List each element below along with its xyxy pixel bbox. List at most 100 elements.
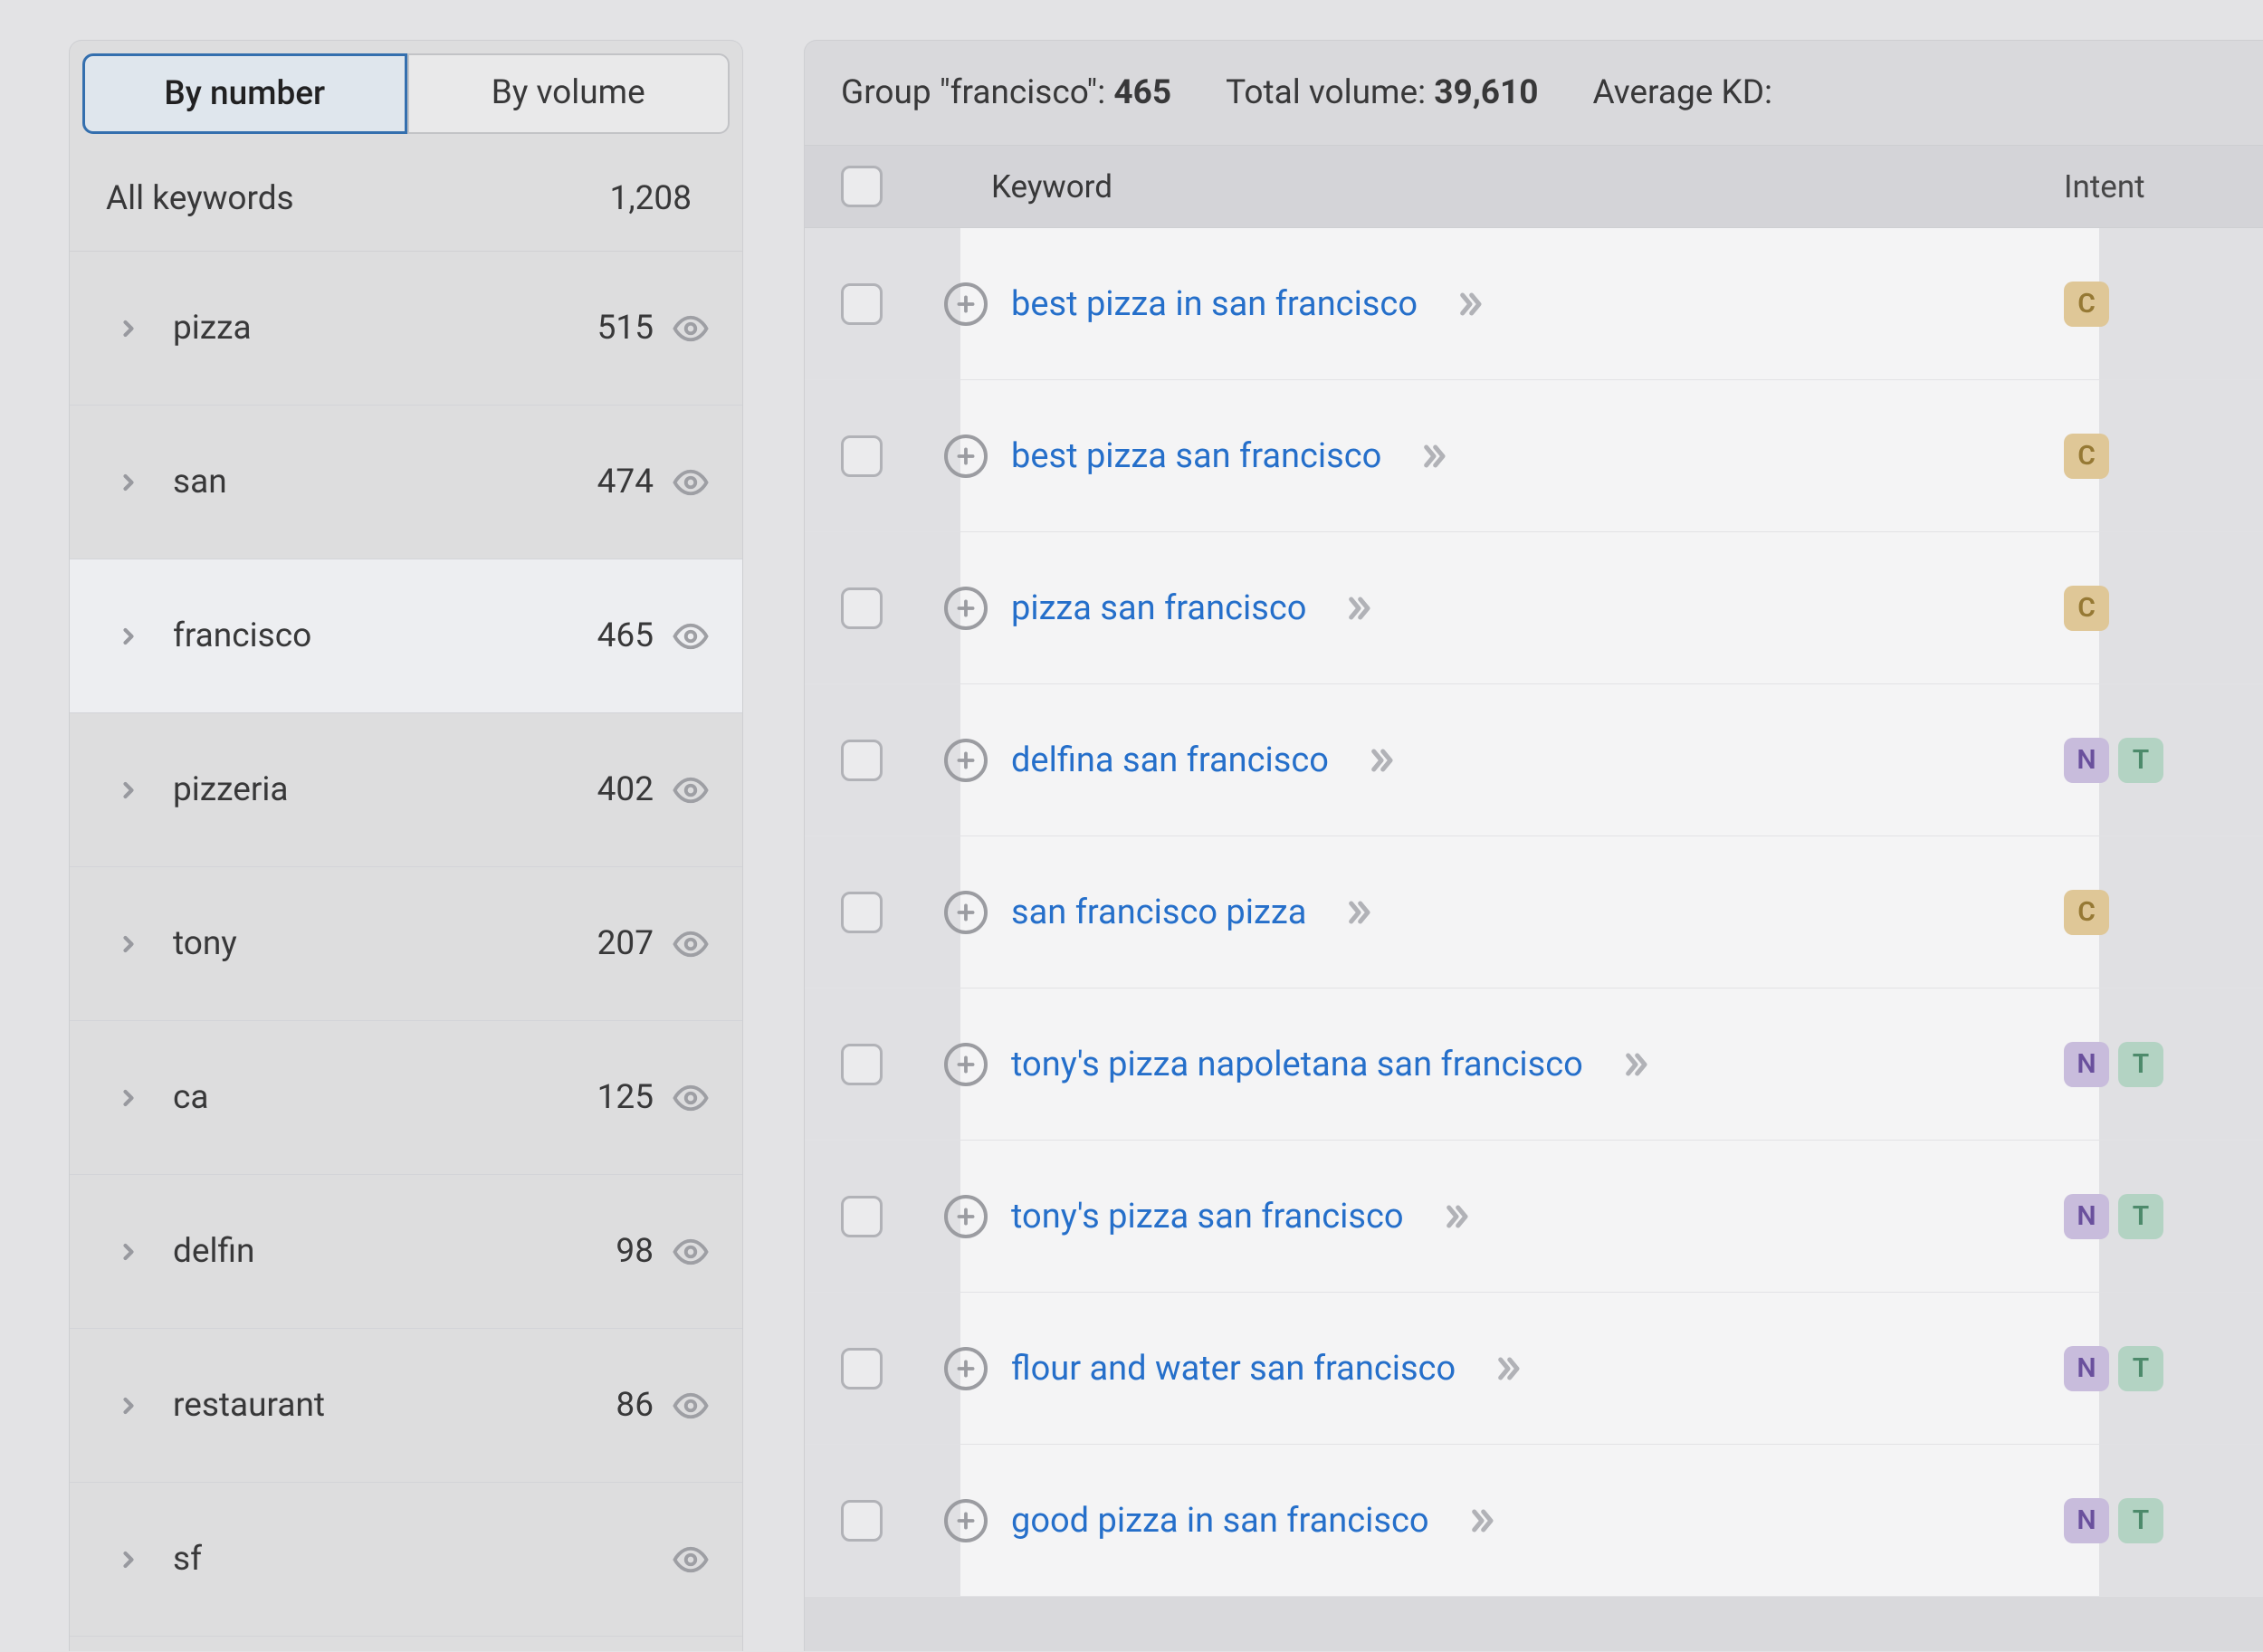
column-header-intent[interactable]: Intent bbox=[2064, 168, 2227, 205]
expand-icon[interactable] bbox=[1464, 1503, 1500, 1539]
sidebar-group-ca[interactable]: ca125 bbox=[70, 1021, 742, 1175]
keyword-link[interactable]: tony's pizza napoletana san francisco bbox=[1011, 1045, 1583, 1084]
table-row: tony's pizza san franciscoNT bbox=[805, 1141, 2263, 1293]
intent-badge-N: N bbox=[2064, 1346, 2109, 1391]
expand-icon[interactable] bbox=[1341, 894, 1377, 931]
keyword-link[interactable]: best pizza san francisco bbox=[1011, 436, 1381, 476]
row-checkbox[interactable] bbox=[841, 1500, 883, 1542]
table-header: Keyword Intent bbox=[805, 145, 2263, 228]
row-checkbox[interactable] bbox=[841, 587, 883, 629]
toggle-by-volume[interactable]: By volume bbox=[407, 53, 730, 134]
volume-value: 39,610 bbox=[1434, 73, 1538, 112]
keyword-link[interactable]: tony's pizza san francisco bbox=[1011, 1197, 1404, 1237]
eye-icon[interactable] bbox=[672, 617, 710, 655]
sidebar-group-francisco[interactable]: francisco465 bbox=[70, 559, 742, 713]
add-icon[interactable] bbox=[944, 587, 988, 630]
eye-icon[interactable] bbox=[672, 771, 710, 809]
group-label: restaurant bbox=[151, 1386, 616, 1425]
group-label: sf bbox=[151, 1540, 654, 1579]
sidebar-group-delfin[interactable]: delfin98 bbox=[70, 1175, 742, 1329]
chevron-right-icon bbox=[106, 931, 151, 957]
row-checkbox[interactable] bbox=[841, 435, 883, 477]
group-count-value: 465 bbox=[1113, 73, 1171, 112]
intent-cell: NT bbox=[2064, 1346, 2227, 1391]
eye-icon[interactable] bbox=[672, 1233, 710, 1271]
eye-icon[interactable] bbox=[672, 1541, 710, 1579]
add-icon[interactable] bbox=[944, 891, 988, 934]
expand-icon[interactable] bbox=[1452, 286, 1488, 322]
eye-icon[interactable] bbox=[672, 925, 710, 963]
intent-badge-T: T bbox=[2118, 1346, 2163, 1391]
column-header-keyword[interactable]: Keyword bbox=[883, 168, 2064, 205]
sidebar-group-tony[interactable]: tony207 bbox=[70, 867, 742, 1021]
add-icon[interactable] bbox=[944, 1499, 988, 1542]
sidebar-group-restaurant[interactable]: restaurant86 bbox=[70, 1329, 742, 1483]
add-icon[interactable] bbox=[944, 1195, 988, 1238]
add-icon[interactable] bbox=[944, 434, 988, 478]
expand-icon[interactable] bbox=[1341, 590, 1377, 626]
all-keywords-row[interactable]: All keywords 1,208 bbox=[70, 147, 742, 252]
group-label: delfin bbox=[151, 1232, 616, 1271]
group-count: 515 bbox=[597, 309, 672, 348]
keyword-link[interactable]: san francisco pizza bbox=[1011, 893, 1306, 932]
row-checkbox[interactable] bbox=[841, 1196, 883, 1237]
intent-cell: C bbox=[2064, 434, 2227, 479]
sidebar-group-pizza[interactable]: pizza515 bbox=[70, 252, 742, 406]
table-row: delfina san francisco NT bbox=[805, 684, 2263, 836]
keyword-link[interactable]: pizza san francisco bbox=[1011, 588, 1306, 628]
intent-cell: NT bbox=[2064, 738, 2227, 783]
group-count-stat: Group "francisco": 465 bbox=[841, 73, 1171, 112]
add-icon[interactable] bbox=[944, 739, 988, 782]
intent-badge-C: C bbox=[2064, 434, 2109, 479]
table-row: best pizza san francisco C bbox=[805, 380, 2263, 532]
row-checkbox[interactable] bbox=[841, 1044, 883, 1085]
sidebar-group-pizzeria[interactable]: pizzeria402 bbox=[70, 713, 742, 867]
keyword-cell: good pizza in san francisco bbox=[883, 1499, 2064, 1542]
expand-icon[interactable] bbox=[1416, 438, 1452, 474]
expand-icon[interactable] bbox=[1438, 1198, 1475, 1235]
row-checkbox[interactable] bbox=[841, 892, 883, 933]
group-label: pizzeria bbox=[151, 770, 597, 809]
eye-icon[interactable] bbox=[672, 1079, 710, 1117]
select-all-checkbox[interactable] bbox=[841, 166, 883, 207]
table-row: flour and water san francisco NT bbox=[805, 1293, 2263, 1445]
keyword-link[interactable]: flour and water san francisco bbox=[1011, 1349, 1456, 1389]
table-row: best pizza in san francisco C bbox=[805, 228, 2263, 380]
group-count: 402 bbox=[597, 770, 672, 809]
intent-badge-T: T bbox=[2118, 1498, 2163, 1543]
main-panel: Group "francisco": 465 Total volume: 39,… bbox=[804, 40, 2263, 1651]
sidebar-group-san[interactable]: san474 bbox=[70, 406, 742, 559]
keyword-link[interactable]: best pizza in san francisco bbox=[1011, 284, 1418, 324]
row-checkbox[interactable] bbox=[841, 740, 883, 781]
eye-icon[interactable] bbox=[672, 1387, 710, 1425]
keyword-link[interactable]: delfina san francisco bbox=[1011, 740, 1329, 780]
table-row: san francisco pizza C bbox=[805, 836, 2263, 988]
add-icon[interactable] bbox=[944, 1043, 988, 1086]
expand-icon[interactable] bbox=[1363, 742, 1399, 778]
expand-icon[interactable] bbox=[1618, 1046, 1654, 1083]
intent-cell: C bbox=[2064, 890, 2227, 935]
group-label: pizza bbox=[151, 309, 597, 348]
group-count: 125 bbox=[597, 1078, 672, 1117]
intent-badge-T: T bbox=[2118, 1042, 2163, 1087]
intent-cell: C bbox=[2064, 586, 2227, 631]
intent-cell: C bbox=[2064, 282, 2227, 327]
sort-toggle: By number By volume bbox=[70, 41, 742, 147]
sidebar-group-sf[interactable]: sf bbox=[70, 1483, 742, 1637]
add-icon[interactable] bbox=[944, 1347, 988, 1390]
chevron-right-icon bbox=[106, 1393, 151, 1418]
toggle-by-number[interactable]: By number bbox=[82, 53, 407, 134]
intent-badge-C: C bbox=[2064, 282, 2109, 327]
expand-icon[interactable] bbox=[1490, 1351, 1526, 1387]
eye-icon[interactable] bbox=[672, 310, 710, 348]
intent-cell: NT bbox=[2064, 1498, 2227, 1543]
add-icon[interactable] bbox=[944, 282, 988, 326]
all-keywords-label: All keywords bbox=[106, 179, 294, 218]
group-label: tony bbox=[151, 924, 597, 963]
row-checkbox[interactable] bbox=[841, 283, 883, 325]
group-suffix: ": bbox=[1086, 73, 1113, 112]
eye-icon[interactable] bbox=[672, 463, 710, 501]
row-checkbox[interactable] bbox=[841, 1348, 883, 1389]
all-keywords-count: 1,208 bbox=[610, 179, 692, 218]
keyword-link[interactable]: good pizza in san francisco bbox=[1011, 1501, 1429, 1541]
